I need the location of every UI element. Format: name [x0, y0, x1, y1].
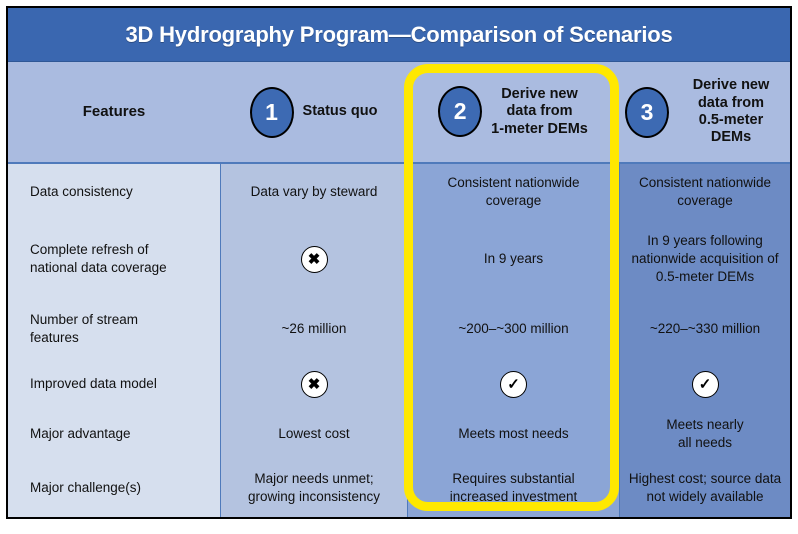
table-header-row: Features 1 Status quo 2 Derive new data … [8, 62, 790, 162]
feature-label: Complete refresh of national data covera… [30, 241, 167, 275]
row-feature-cell: Number of stream features [8, 298, 220, 360]
cross-mark-icon: ✖ [300, 245, 328, 273]
row-feature-cell: Data consistency [8, 164, 220, 220]
table-body: Data consistency Data vary by steward Co… [8, 164, 790, 517]
scenario-2-label: Derive new data from 1-meter DEMs [491, 85, 588, 137]
table-row: Data consistency Data vary by steward Co… [8, 164, 790, 220]
row-feature-cell: Complete refresh of national data covera… [8, 220, 220, 298]
row-scenario-2-cell: Consistent nationwide coverage [407, 164, 619, 220]
row-scenario-2-cell: ~200–~300 million [407, 298, 619, 360]
cross-mark-icon: ✖ [300, 371, 328, 398]
table-row: Major challenge(s) Major needs unmet; gr… [8, 459, 790, 517]
table-row: Number of stream features ~26 million ~2… [8, 298, 790, 360]
table-row: Complete refresh of national data covera… [8, 220, 790, 298]
cell-value: ~220–~330 million [649, 320, 761, 336]
row-scenario-3-cell: Highest cost; source data not widely ava… [619, 459, 790, 517]
cell-value: Requires substantial increased investmen… [449, 470, 578, 504]
cell-value: Consistent nationwide coverage [447, 174, 580, 208]
check-mark-icon: ✓ [500, 371, 527, 398]
row-feature-cell: Major advantage [8, 409, 220, 459]
row-scenario-3-cell: Consistent nationwide coverage [619, 164, 790, 220]
cell-value: ~200–~300 million [458, 320, 569, 336]
comparison-table: 3D Hydrography Program—Comparison of Sce… [6, 6, 792, 519]
row-feature-cell: Improved data model [8, 360, 220, 409]
row-scenario-3-cell: Meets nearly all needs [619, 409, 790, 459]
row-feature-cell: Major challenge(s) [8, 459, 220, 517]
scenario-2-number-badge: 2 [438, 86, 483, 138]
table-row: Major advantage Lowest cost Meets most n… [8, 409, 790, 459]
row-scenario-2-cell: In 9 years [407, 220, 619, 298]
hydrography-comparison-figure: 3D Hydrography Program—Comparison of Sce… [0, 0, 798, 534]
row-scenario-1-cell: Data vary by steward [220, 164, 407, 220]
cell-value: Consistent nationwide coverage [638, 174, 772, 208]
cell-value: Data vary by steward [250, 183, 378, 199]
table-row: Improved data model ✖ ✓ ✓ [8, 360, 790, 409]
row-scenario-1-cell: Major needs unmet; growing inconsistency [220, 459, 407, 517]
cell-value: In 9 years following nationwide acquisit… [631, 232, 779, 285]
features-column-label: Features [82, 102, 146, 120]
row-scenario-3-cell: In 9 years following nationwide acquisit… [619, 220, 790, 298]
page-title: 3D Hydrography Program—Comparison of Sce… [125, 21, 673, 47]
header-cell-scenario-2: 2 Derive new data from 1-meter DEMs [407, 62, 619, 162]
scenario-3-number-badge: 3 [625, 86, 669, 138]
row-scenario-1-cell: Lowest cost [220, 409, 407, 459]
row-scenario-3-cell: ✓ [619, 360, 790, 409]
row-scenario-1-cell: ~26 million [220, 298, 407, 360]
header-cell-scenario-1: 1 Status quo [220, 62, 407, 162]
check-mark-icon: ✓ [691, 371, 719, 398]
row-scenario-2-cell: ✓ [407, 360, 619, 409]
figure-title-banner: 3D Hydrography Program—Comparison of Sce… [8, 8, 790, 62]
feature-label: Number of stream features [30, 311, 139, 345]
cell-value: Highest cost; source data not widely ava… [628, 470, 782, 504]
cell-value: Meets most needs [458, 425, 569, 441]
cell-value: Lowest cost [278, 425, 350, 441]
scenario-1-number-badge: 1 [249, 86, 294, 138]
header-cell-features: Features [8, 62, 220, 162]
cell-value: Meets nearly all needs [666, 416, 744, 450]
scenario-1-label: Status quo [302, 103, 378, 120]
row-scenario-1-cell: ✖ [220, 360, 407, 409]
feature-label: Data consistency [30, 183, 133, 199]
feature-label: Major advantage [30, 425, 131, 441]
row-scenario-1-cell: ✖ [220, 220, 407, 298]
table-footer-row: Annual benefits $658 million $1.047 bill… [8, 517, 790, 519]
cell-value: In 9 years [483, 250, 544, 266]
row-scenario-2-cell: Requires substantial increased investmen… [407, 459, 619, 517]
scenario-3-label: Derive new data from 0.5-meter DEMs [692, 77, 770, 146]
feature-label: Improved data model [30, 376, 157, 392]
cell-value: Major needs unmet; growing inconsistency [247, 470, 381, 504]
row-scenario-3-cell: ~220–~330 million [619, 298, 790, 360]
cell-value: ~26 million [281, 320, 347, 336]
header-cell-scenario-3: 3 Derive new data from 0.5-meter DEMs [619, 62, 790, 162]
feature-label: Major challenge(s) [30, 479, 142, 495]
row-scenario-2-cell: Meets most needs [407, 409, 619, 459]
